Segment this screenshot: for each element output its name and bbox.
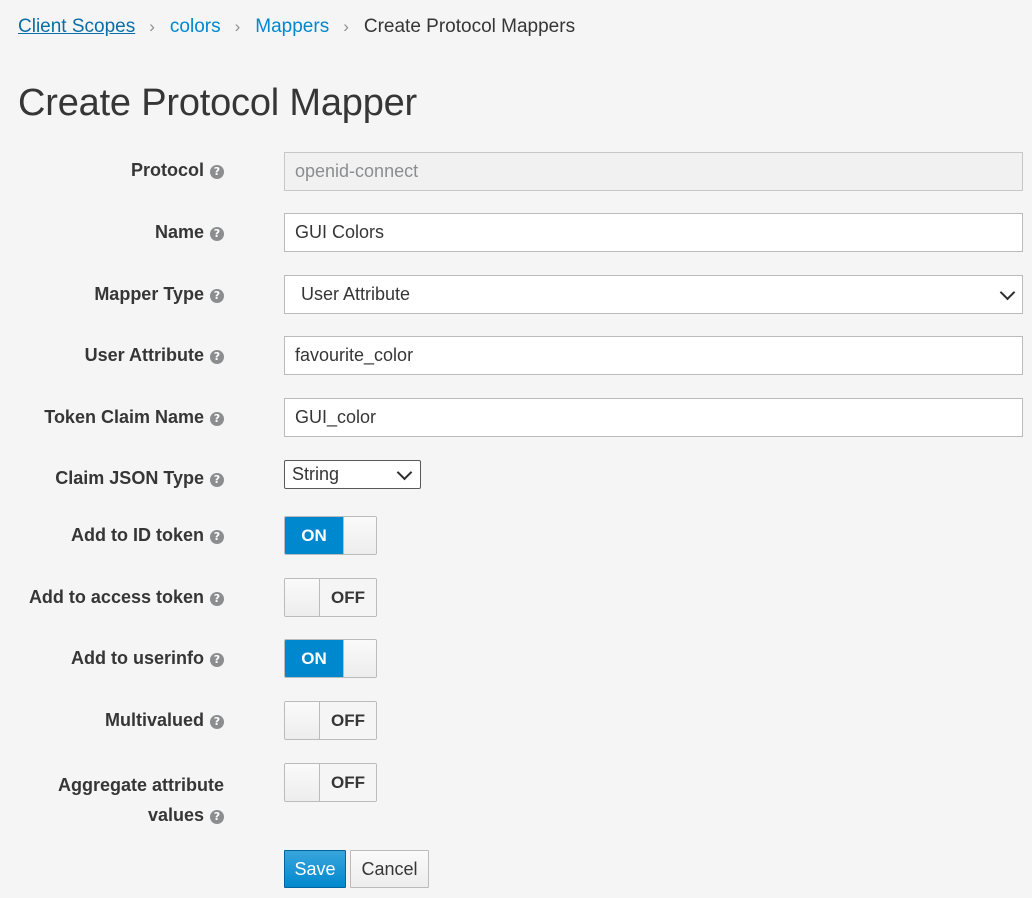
protocol-row: Protocol? openid-connect	[0, 152, 1032, 191]
breadcrumb-separator: ›	[343, 17, 349, 36]
claim-json-type-row: Claim JSON Type? String	[0, 460, 1032, 489]
mapper-type-select[interactable]: User Attribute	[284, 275, 1023, 314]
name-row: Name? GUI Colors	[0, 213, 1032, 252]
multivalued-label: Multivalued?	[105, 710, 224, 731]
help-icon[interactable]: ?	[210, 289, 224, 303]
page-title: Create Protocol Mapper	[18, 82, 418, 124]
name-input[interactable]: GUI Colors	[284, 213, 1023, 252]
toggle-on-label: ON	[285, 517, 343, 554]
breadcrumb-separator: ›	[234, 17, 241, 36]
add-to-userinfo-label: Add to userinfo?	[71, 648, 224, 669]
breadcrumb-mappers-link[interactable]: Mappers	[255, 14, 329, 40]
claim-json-type-label: Claim JSON Type?	[55, 468, 224, 489]
token-claim-name-label-text: Token Claim Name	[44, 407, 204, 427]
token-claim-name-input[interactable]: GUI_color	[284, 398, 1023, 437]
claim-json-type-select[interactable]: String	[284, 460, 421, 489]
protocol-field: openid-connect	[284, 152, 1023, 191]
multivalued-label-text: Multivalued	[104, 710, 204, 730]
aggregate-label-line1: Aggregate attribute	[57, 775, 224, 795]
user-attribute-label-text: User Attribute	[84, 345, 204, 365]
name-label: Name?	[155, 222, 224, 243]
claim-json-type-value: String	[292, 464, 340, 484]
toggle-off-label: OFF	[320, 702, 376, 739]
add-to-id-token-label: Add to ID token?	[71, 525, 224, 546]
toggle-knob	[285, 579, 320, 616]
add-to-userinfo-label-text: Add to userinfo	[71, 648, 204, 668]
aggregate-attribute-values-label: Aggregate attribute values?	[58, 770, 224, 830]
mapper-type-value: User Attribute	[301, 284, 411, 304]
help-icon[interactable]: ?	[210, 165, 224, 179]
help-icon[interactable]: ?	[210, 473, 224, 487]
toggle-off-label: OFF	[320, 764, 376, 801]
breadcrumb: Client Scopes › colors › Mappers › Creat…	[18, 14, 575, 40]
token-claim-name-row: Token Claim Name? GUI_color	[0, 398, 1032, 437]
add-to-id-token-label-text: Add to ID token	[71, 525, 204, 545]
help-icon[interactable]: ?	[210, 715, 224, 729]
user-attribute-row: User Attribute? favourite_color	[0, 336, 1032, 375]
mapper-type-label-text: Mapper Type	[94, 284, 204, 304]
breadcrumb-colors-link[interactable]: colors	[170, 14, 221, 40]
breadcrumb-current: Create Protocol Mappers	[363, 16, 576, 37]
token-claim-name-label: Token Claim Name?	[44, 407, 224, 428]
add-to-userinfo-toggle[interactable]: ON	[284, 639, 377, 678]
protocol-label-text: Protocol	[130, 160, 204, 180]
toggle-off-label: OFF	[320, 579, 376, 616]
help-icon[interactable]: ?	[210, 412, 224, 426]
mapper-type-label: Mapper Type?	[94, 284, 224, 305]
toggle-knob	[285, 764, 320, 801]
toggle-knob	[343, 640, 376, 677]
save-button[interactable]: Save	[284, 850, 346, 888]
claim-json-type-label-text: Claim JSON Type	[55, 468, 204, 488]
toggle-knob	[285, 702, 320, 739]
help-icon[interactable]: ?	[210, 592, 224, 606]
add-to-id-token-row: Add to ID token? ON	[0, 516, 1032, 555]
add-to-access-token-label-text: Add to access token	[28, 587, 204, 607]
user-attribute-input[interactable]: favourite_color	[284, 336, 1023, 375]
help-icon[interactable]: ?	[210, 227, 224, 241]
add-to-id-token-toggle[interactable]: ON	[284, 516, 377, 555]
add-to-access-token-toggle[interactable]: OFF	[284, 578, 377, 617]
chevron-down-icon	[999, 284, 1016, 301]
chevron-down-icon	[396, 464, 413, 481]
multivalued-row: Multivalued? OFF	[0, 701, 1032, 740]
help-icon[interactable]: ?	[210, 653, 224, 667]
mapper-type-row: Mapper Type? User Attribute	[0, 275, 1032, 314]
toggle-knob	[343, 517, 376, 554]
protocol-label: Protocol?	[131, 160, 224, 181]
cancel-button[interactable]: Cancel	[350, 850, 429, 888]
toggle-on-label: ON	[285, 640, 343, 677]
aggregate-attribute-values-row: Aggregate attribute values? OFF	[0, 763, 1032, 825]
breadcrumb-client-scopes-link[interactable]: Client Scopes	[18, 14, 135, 40]
aggregate-label-line2: values	[147, 805, 204, 825]
breadcrumb-separator: ›	[149, 17, 155, 36]
user-attribute-label: User Attribute?	[85, 345, 224, 366]
aggregate-attribute-values-toggle[interactable]: OFF	[284, 763, 377, 802]
add-to-access-token-row: Add to access token? OFF	[0, 578, 1032, 617]
add-to-access-token-label: Add to access token?	[29, 587, 224, 608]
add-to-userinfo-row: Add to userinfo? ON	[0, 639, 1032, 678]
help-icon[interactable]: ?	[210, 350, 224, 364]
multivalued-toggle[interactable]: OFF	[284, 701, 377, 740]
help-icon[interactable]: ?	[210, 810, 224, 824]
name-label-text: Name	[154, 222, 204, 242]
help-icon[interactable]: ?	[210, 530, 224, 544]
